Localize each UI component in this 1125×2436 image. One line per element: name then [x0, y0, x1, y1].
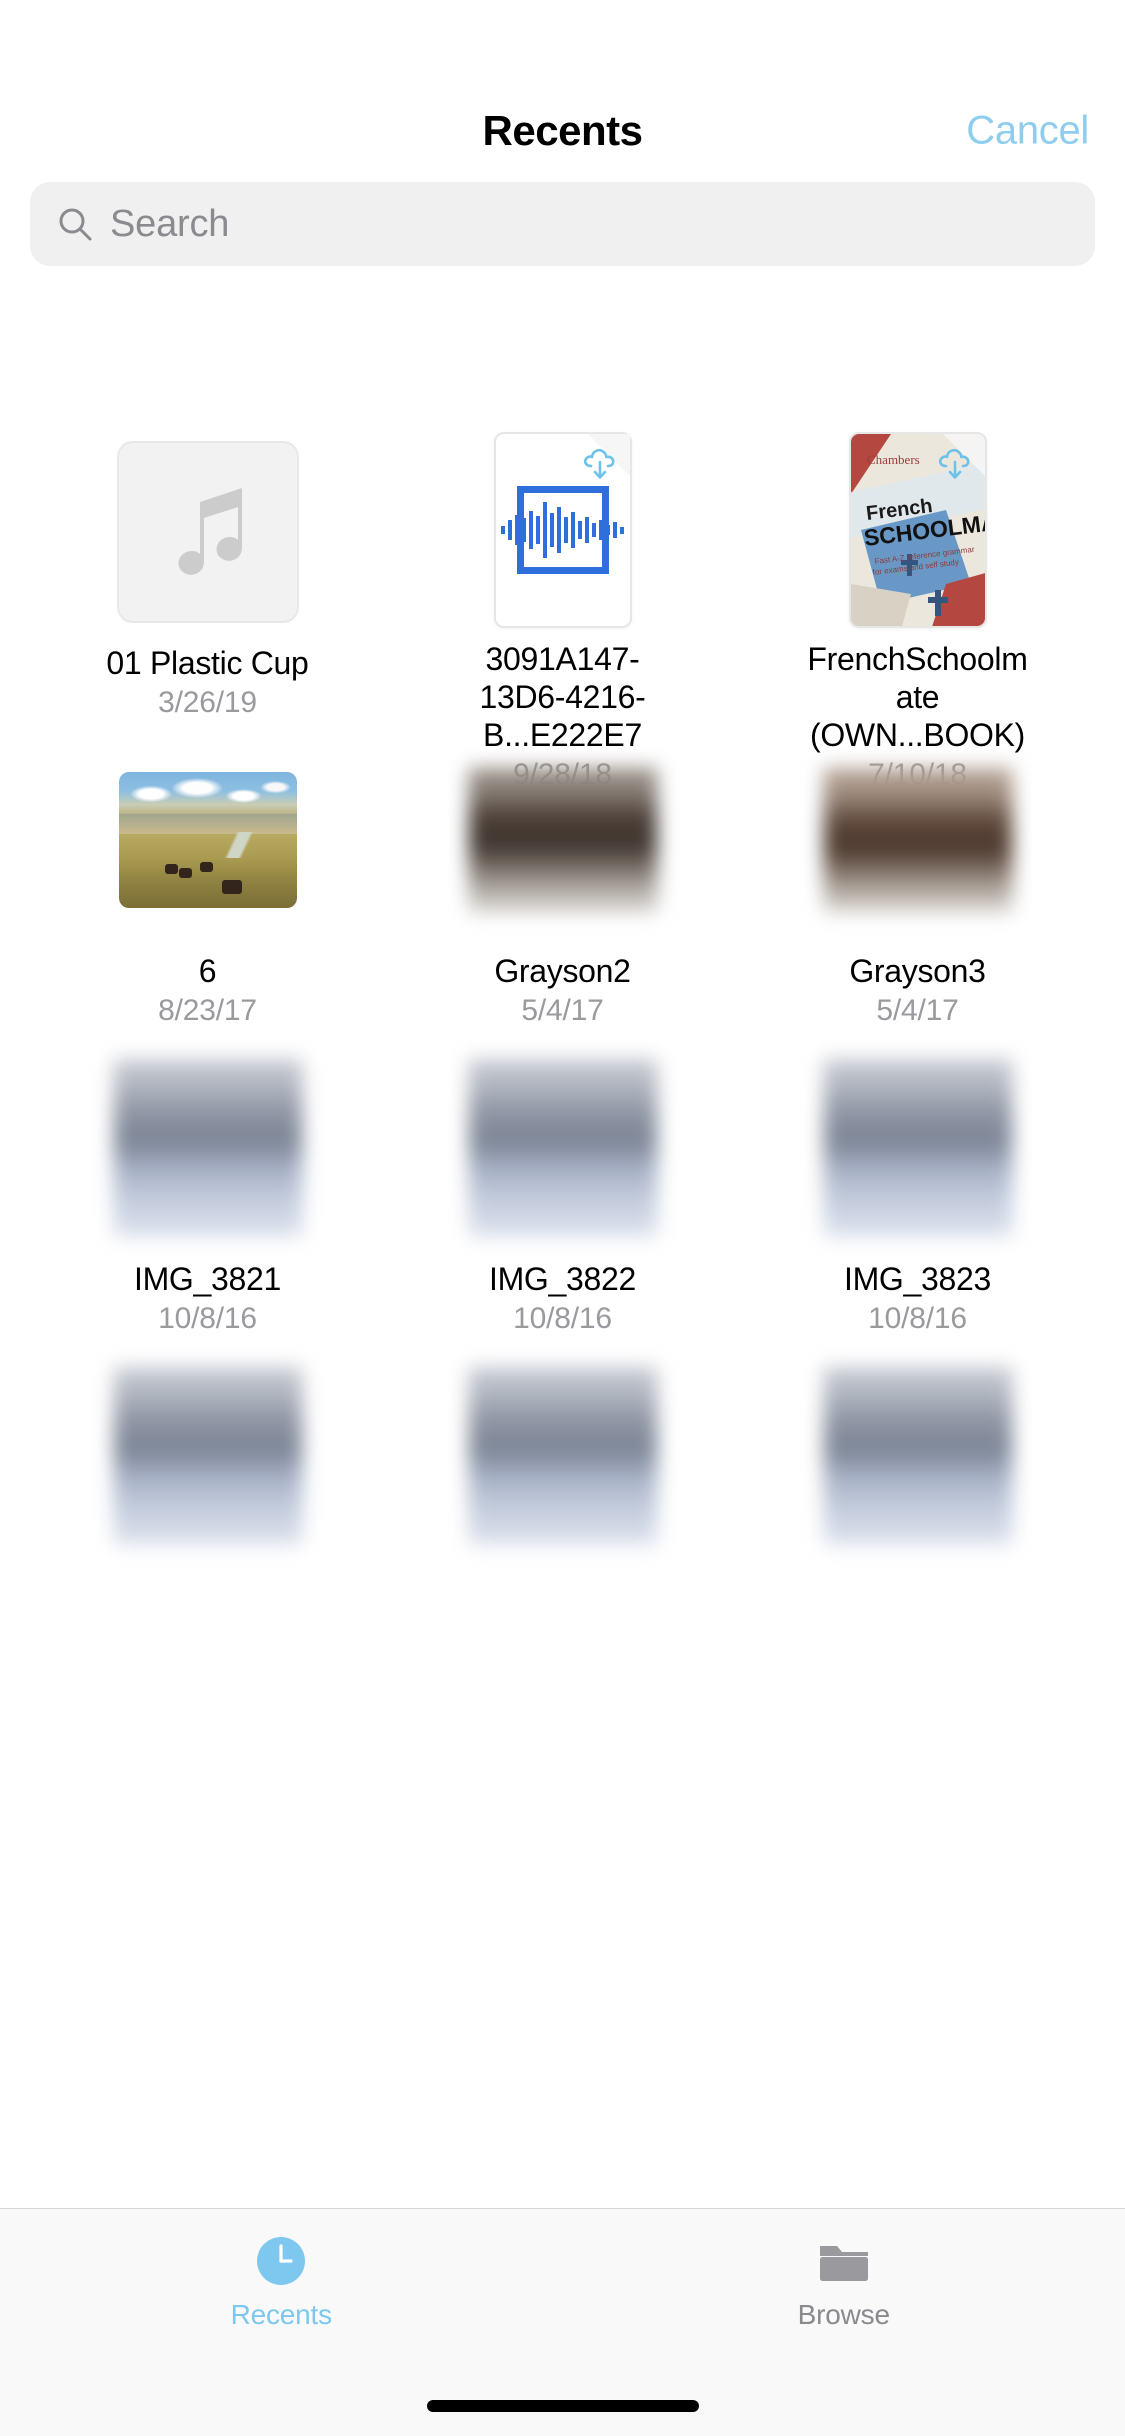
photo-clouds [118, 776, 297, 816]
file-thumbnail [468, 740, 657, 940]
file-name: 3091A147-13D6-4216-B...E222E7 [479, 641, 646, 753]
photo-bison [200, 862, 214, 872]
file-date: 3/26/19 [158, 686, 257, 719]
blurred-photo-thumbnail [468, 767, 657, 913]
waveform-glyph [501, 486, 624, 574]
file-name: IMG_3821 [133, 1261, 282, 1297]
file-item[interactable] [385, 1356, 740, 1664]
grid-row: 6 8/23/17 Grayson2 5/4/17 Grayson3 5/4/1… [30, 740, 1095, 1048]
file-date: 5/4/17 [521, 994, 604, 1027]
file-thumbnail [115, 432, 301, 632]
page-title: Recents [482, 107, 643, 154]
file-item[interactable] [740, 1356, 1095, 1664]
blurred-photo-thumbnail [468, 1366, 657, 1546]
file-thumbnail [470, 432, 656, 628]
search-bar-container: Search [0, 170, 1125, 266]
grid-row-partial [30, 1356, 1095, 1664]
blurred-photo-thumbnail [113, 1366, 302, 1546]
file-item[interactable]: IMG_3822 10/8/16 [385, 1048, 740, 1356]
tab-recents[interactable]: Recents [0, 2209, 563, 2369]
file-thumbnail [823, 1048, 1012, 1248]
photo-ridge [118, 814, 297, 834]
cancel-button[interactable]: Cancel [966, 109, 1089, 154]
file-item[interactable]: 01 Plastic Cup 3/26/19 [30, 432, 385, 740]
photo-bison [179, 868, 193, 878]
file-thumbnail [823, 1356, 1012, 1556]
file-thumbnail [115, 740, 301, 940]
tab-browse[interactable]: Browse [563, 2209, 1125, 2369]
search-placeholder-text: Search [110, 202, 230, 245]
file-name: 6 [198, 953, 217, 989]
search-icon [56, 205, 94, 243]
blurred-photo-thumbnail [113, 1058, 302, 1238]
file-name: IMG_3822 [488, 1261, 637, 1297]
landscape-photo-thumbnail [118, 772, 297, 908]
file-item[interactable]: 3091A147-13D6-4216-B...E222E7 9/28/18 [385, 432, 740, 791]
file-name: FrenchSchoolmate (OWN...BOOK) [807, 641, 1028, 753]
status-bar-spacer [0, 0, 1125, 92]
file-grid: 01 Plastic Cup 3/26/19 3091A147-13D6-421… [0, 432, 1125, 2436]
file-item[interactable]: IMG_3821 10/8/16 [30, 1048, 385, 1356]
blurred-photo-thumbnail [823, 767, 1012, 913]
file-item[interactable] [30, 1356, 385, 1664]
file-date: 10/8/16 [513, 1302, 612, 1335]
music-note-icon [116, 441, 299, 623]
grid-row: 01 Plastic Cup 3/26/19 3091A147-13D6-421… [30, 432, 1095, 791]
file-name: 01 Plastic Cup [106, 645, 309, 681]
blurred-photo-thumbnail [823, 1058, 1012, 1238]
file-item[interactable]: 6 8/23/17 [30, 740, 385, 1048]
file-thumbnail [823, 740, 1012, 940]
blurred-photo-thumbnail [468, 1058, 657, 1238]
file-thumbnail [468, 1048, 657, 1248]
file-date: 5/4/17 [876, 994, 959, 1027]
file-thumbnail [113, 1356, 302, 1556]
file-date: 8/23/17 [158, 994, 257, 1027]
photo-river [198, 832, 281, 858]
svg-text:Chambers: Chambers [867, 452, 920, 467]
book-cover-thumbnail: Chambers French SCHOOLMATE Fast A-Z refe… [848, 432, 987, 628]
tab-bar: Recents Browse [0, 2208, 1125, 2436]
file-item[interactable]: Grayson2 5/4/17 [385, 740, 740, 1048]
tab-label-browse: Browse [797, 2299, 890, 2330]
photo-bison [164, 864, 178, 874]
home-indicator[interactable] [426, 2400, 699, 2412]
file-thumbnail [113, 1048, 302, 1248]
cloud-download-icon[interactable] [578, 440, 624, 486]
cloud-download-icon[interactable] [933, 440, 979, 486]
file-item[interactable]: Grayson3 5/4/17 [740, 740, 1095, 1048]
audio-waveform-document-icon [493, 432, 632, 628]
file-thumbnail [468, 1356, 657, 1556]
file-item[interactable]: Chambers French SCHOOLMATE Fast A-Z refe… [740, 432, 1095, 791]
file-name: IMG_3823 [843, 1261, 992, 1297]
navigation-bar: Recents Cancel [0, 92, 1125, 170]
blurred-photo-thumbnail [823, 1366, 1012, 1546]
file-date: 10/8/16 [158, 1302, 257, 1335]
search-input[interactable]: Search [30, 182, 1095, 266]
grid-row: IMG_3821 10/8/16 IMG_3822 10/8/16 IMG_38… [30, 1048, 1095, 1356]
tab-label-recents: Recents [230, 2299, 333, 2330]
clock-icon [250, 2229, 312, 2293]
folder-icon [813, 2229, 875, 2293]
file-name: Grayson3 [849, 953, 986, 989]
file-date: 10/8/16 [868, 1302, 967, 1335]
file-thumbnail: Chambers French SCHOOLMATE Fast A-Z refe… [825, 432, 1011, 628]
waveform-bars [501, 499, 624, 561]
file-name: Grayson2 [494, 953, 631, 989]
photo-bison [221, 880, 242, 894]
file-item[interactable]: IMG_3823 10/8/16 [740, 1048, 1095, 1356]
